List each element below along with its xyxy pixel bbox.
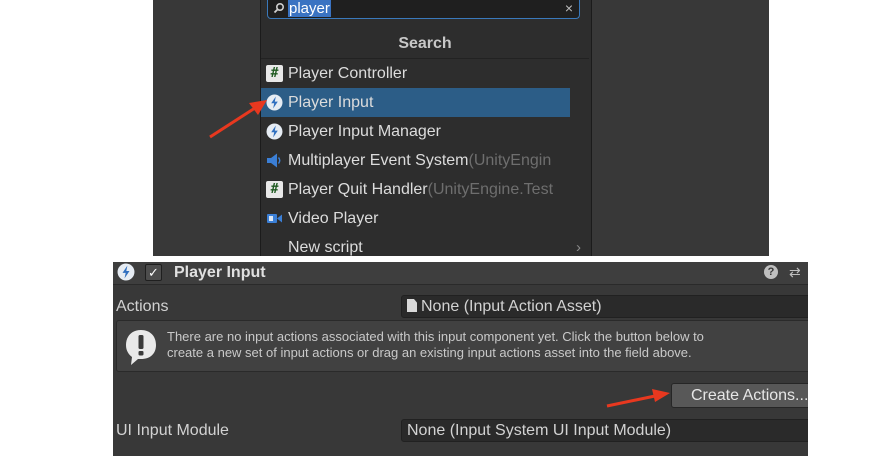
component-enabled-checkbox[interactable]: ✓ xyxy=(145,264,162,281)
help-box: There are no input actions associated wi… xyxy=(116,320,808,372)
result-multiplayer-event-system[interactable]: Multiplayer Event System(UnityEngin xyxy=(261,146,570,175)
clear-search-icon[interactable]: × xyxy=(565,0,573,17)
csharp-script-icon: # xyxy=(266,65,283,82)
input-system-icon xyxy=(117,263,135,281)
annotation-arrow xyxy=(209,100,267,139)
result-name: Player Quit Handler xyxy=(288,181,428,198)
result-name: Multiplayer Event System xyxy=(288,152,469,169)
ui-input-module-value: None (Input System UI Input Module) xyxy=(407,422,672,439)
result-video-player[interactable]: Video Player xyxy=(261,204,570,233)
actions-value: None (Input Action Asset) xyxy=(421,298,602,315)
search-header: Search xyxy=(398,35,452,52)
search-query[interactable]: player xyxy=(288,0,331,17)
search-input[interactable]: player × xyxy=(267,0,580,19)
result-label: Video Player xyxy=(288,210,379,227)
ui-input-module-label: UI Input Module xyxy=(116,422,229,439)
result-player-quit-handler[interactable]: # Player Quit Handler(UnityEngine.Test xyxy=(261,175,570,204)
help-icon[interactable]: ? xyxy=(764,265,778,279)
ui-input-module-field[interactable]: None (Input System UI Input Module) xyxy=(401,419,808,442)
result-label: Player Input Manager xyxy=(288,123,441,140)
result-player-input[interactable]: Player Input xyxy=(261,88,570,117)
csharp-script-icon: # xyxy=(266,181,283,198)
help-box-message: There are no input actions associated wi… xyxy=(167,329,704,360)
result-new-script[interactable]: New script › xyxy=(261,233,589,262)
result-player-controller[interactable]: # Player Controller xyxy=(261,59,570,88)
result-namespace: (UnityEngin xyxy=(468,152,552,169)
create-actions-button[interactable]: Create Actions... xyxy=(671,383,808,408)
component-title: Player Input xyxy=(174,264,266,281)
actions-field[interactable]: None (Input Action Asset) xyxy=(401,295,808,318)
search-icon xyxy=(273,2,285,14)
result-label: Player Input xyxy=(288,94,374,111)
result-label: New script xyxy=(288,239,363,256)
result-label: Player Quit Handler(UnityEngine.Test xyxy=(288,175,553,204)
result-label: Player Controller xyxy=(288,65,408,82)
component-header[interactable]: ✓ Player Input ? ⇄ xyxy=(113,262,808,285)
document-icon xyxy=(407,299,417,312)
result-player-input-manager[interactable]: Player Input Manager xyxy=(261,117,570,146)
preset-icon[interactable]: ⇄ xyxy=(789,263,801,281)
event-system-icon xyxy=(267,153,281,168)
video-player-icon xyxy=(267,214,282,223)
actions-field-value: None (Input Action Asset) xyxy=(407,296,602,317)
actions-label: Actions xyxy=(116,298,169,315)
warning-info-icon xyxy=(126,330,156,365)
inspector-panel: ✓ Player Input ? ⇄ Actions None (Input A… xyxy=(113,262,808,456)
result-namespace: (UnityEngine.Test xyxy=(427,181,554,198)
chevron-right-icon: › xyxy=(576,239,581,256)
result-label: Multiplayer Event System(UnityEngin xyxy=(288,146,551,175)
annotation-arrow xyxy=(606,389,670,408)
